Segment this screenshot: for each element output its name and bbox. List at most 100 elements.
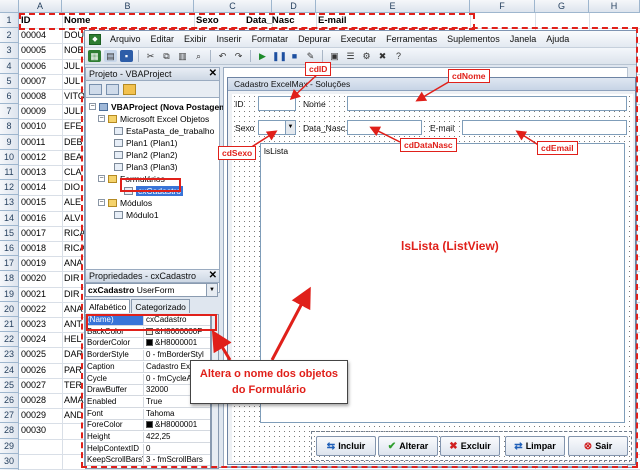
column-header-b[interactable]: B xyxy=(62,0,194,13)
row-header[interactable]: 21 xyxy=(0,317,19,333)
property-value[interactable]: 0 xyxy=(146,444,210,454)
view-object-icon[interactable] xyxy=(106,83,119,95)
column-header-f[interactable]: F xyxy=(470,0,535,13)
row-header[interactable]: 19 xyxy=(0,286,19,302)
column-header-c[interactable]: C xyxy=(194,0,272,13)
save-icon[interactable]: ▪ xyxy=(120,50,133,62)
cell-nome[interactable]: TER xyxy=(64,378,84,393)
cell-id[interactable]: 00024 xyxy=(21,332,61,347)
cell-id[interactable]: 00027 xyxy=(21,378,61,393)
cell-nome[interactable]: RICA xyxy=(64,241,84,256)
collapse-icon[interactable]: − xyxy=(98,199,105,206)
cell-id[interactable]: 00030 xyxy=(21,423,61,438)
tree-node-plan2[interactable]: Plan2 (Plan2) xyxy=(114,149,178,160)
tree-node-modulo1[interactable]: Módulo1 xyxy=(114,209,159,220)
row-header[interactable]: 23 xyxy=(0,347,19,363)
collapse-icon[interactable]: − xyxy=(89,103,96,110)
cell-nome[interactable]: DEB xyxy=(64,135,84,150)
cell-id[interactable]: 00021 xyxy=(21,287,61,302)
tree-node-modules[interactable]: − Módulos xyxy=(98,197,152,208)
menu-exibir[interactable]: Exibir xyxy=(179,34,212,44)
property-row[interactable]: HelpContextID 0 xyxy=(86,443,210,455)
run-icon[interactable]: ▶ xyxy=(256,50,269,62)
cell-id[interactable]: 00026 xyxy=(21,363,61,378)
cell-nome[interactable]: DIO xyxy=(64,180,84,195)
copy-icon[interactable]: ⧉ xyxy=(160,50,173,62)
redo-icon[interactable]: ↷ xyxy=(232,50,245,62)
cell-id[interactable]: 00013 xyxy=(21,165,61,180)
paste-icon[interactable]: ▥ xyxy=(176,50,189,62)
tab-categorizado[interactable]: Categorizado xyxy=(131,299,190,313)
cell-nome[interactable]: PAR xyxy=(64,363,84,378)
chevron-down-icon[interactable]: ▼ xyxy=(206,284,217,296)
cell-id[interactable]: 00017 xyxy=(21,226,61,241)
cell-nome[interactable]: ANT xyxy=(64,317,84,332)
sair-button[interactable]: ⊗ Sair xyxy=(568,436,628,456)
cell-nome[interactable]: AND xyxy=(64,408,84,423)
cell-nome[interactable]: RICA xyxy=(64,226,84,241)
row-header[interactable]: 18 xyxy=(0,271,19,287)
row-header[interactable]: 10 xyxy=(0,149,19,165)
cell-nome[interactable]: DIR xyxy=(64,287,84,302)
cell-id[interactable]: 00018 xyxy=(21,241,61,256)
row-header[interactable]: 3 xyxy=(0,43,19,59)
excluir-button[interactable]: ✖ Excluir xyxy=(440,436,500,456)
close-icon[interactable]: ✕ xyxy=(209,68,217,80)
incluir-button[interactable]: ⇆ Incluir xyxy=(316,436,376,456)
cell-nome[interactable]: ANA xyxy=(64,256,84,271)
tree-node-plan1[interactable]: Plan1 (Plan1) xyxy=(114,137,178,148)
project-explorer-icon[interactable]: ▣ xyxy=(328,50,341,62)
cell-nome[interactable]: DAR xyxy=(64,347,84,362)
alterar-button[interactable]: ✔ Alterar xyxy=(378,436,438,456)
cell-id[interactable]: 00008 xyxy=(21,89,61,104)
cell-nome[interactable]: ALV xyxy=(64,211,84,226)
cell-id[interactable]: 00029 xyxy=(21,408,61,423)
column-header-e[interactable]: E xyxy=(316,0,470,13)
insert-userform-icon[interactable]: ▤ xyxy=(104,50,117,62)
properties-window-icon[interactable]: ☰ xyxy=(344,50,357,62)
cell-id[interactable]: 00016 xyxy=(21,211,61,226)
property-row[interactable]: ForeColor &H8000001 xyxy=(86,420,210,432)
chevron-down-icon[interactable]: ▼ xyxy=(285,121,295,134)
tab-alfabetico[interactable]: Alfabético xyxy=(85,299,131,313)
cell-id[interactable]: 00007 xyxy=(21,74,61,89)
close-icon[interactable]: ✕ xyxy=(209,270,217,282)
property-row[interactable]: KeepScrollBarsVisi3 - fmScrollBars xyxy=(86,455,210,467)
toolbox-icon[interactable]: ✖ xyxy=(376,50,389,62)
cell-nome[interactable]: JUL xyxy=(64,74,84,89)
collapse-icon[interactable]: − xyxy=(98,175,105,182)
tree-node-root[interactable]: − VBAProject (Nova Postagem) xyxy=(89,101,230,112)
cell-id[interactable]: 00011 xyxy=(21,135,61,150)
row-header[interactable]: 12 xyxy=(0,180,19,196)
object-selector[interactable]: cxCadastro UserForm ▼ xyxy=(85,283,218,297)
row-header[interactable]: 20 xyxy=(0,301,19,317)
row-header[interactable]: 14 xyxy=(0,210,19,226)
menu-ferramentas[interactable]: Ferramentas xyxy=(381,34,442,44)
view-code-icon[interactable] xyxy=(89,83,102,95)
vbe-app-icon[interactable]: ◆ xyxy=(89,33,101,45)
row-header[interactable]: 27 xyxy=(0,408,19,424)
property-row[interactable]: Height 422,25 xyxy=(86,432,210,443)
row-header[interactable]: 7 xyxy=(0,104,19,120)
cell-id[interactable]: 00022 xyxy=(21,302,61,317)
textbox-cddatanasc[interactable] xyxy=(347,120,422,135)
row-header[interactable]: 26 xyxy=(0,393,19,409)
property-value[interactable]: 3 - fmScrollBars xyxy=(146,455,210,465)
cell-id[interactable]: 00015 xyxy=(21,195,61,210)
row-header[interactable]: 9 xyxy=(0,134,19,150)
row-header[interactable]: 2 xyxy=(0,28,19,44)
cell-id[interactable]: 00010 xyxy=(21,119,61,134)
textbox-cdnome[interactable] xyxy=(347,96,627,111)
cell-nome[interactable]: ALE xyxy=(64,195,84,210)
cell-id[interactable]: 00014 xyxy=(21,180,61,195)
cell-id[interactable]: 00009 xyxy=(21,104,61,119)
cell-id[interactable]: 00025 xyxy=(21,347,61,362)
cell-nome[interactable]: JULI xyxy=(64,104,84,119)
cell-nome[interactable]: EFE xyxy=(64,119,84,134)
row-header[interactable]: 15 xyxy=(0,225,19,241)
cell-nome[interactable]: AMA xyxy=(64,393,84,408)
cell-nome[interactable]: DOU xyxy=(64,28,84,43)
cell-nome[interactable]: NOE xyxy=(64,43,84,58)
menu-executar[interactable]: Executar xyxy=(336,34,382,44)
column-header-a[interactable]: A xyxy=(19,0,62,13)
